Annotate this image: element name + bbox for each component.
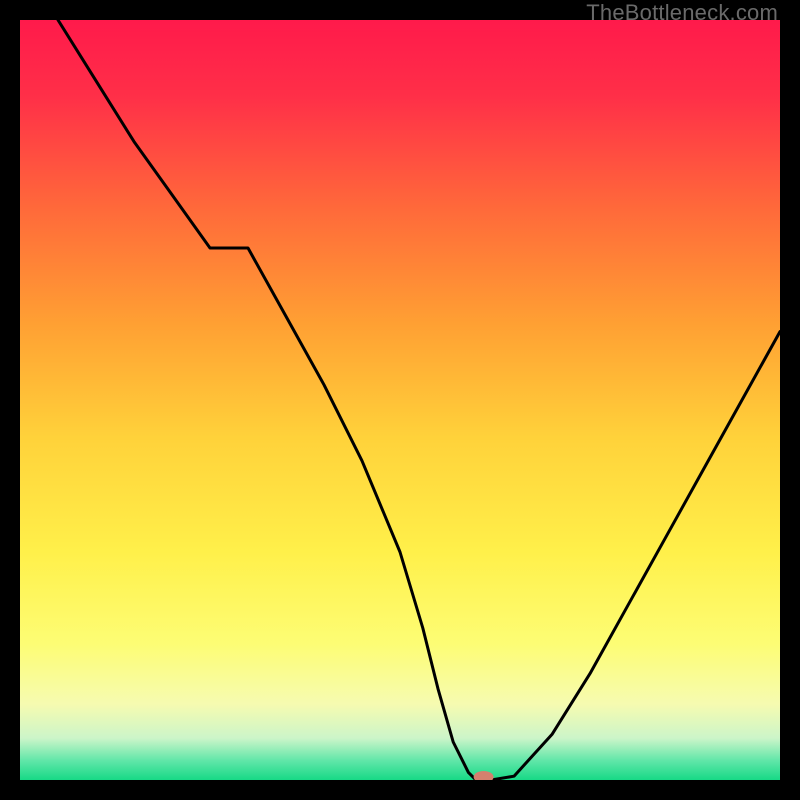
gradient-background: [20, 20, 780, 780]
bottleneck-chart: [20, 20, 780, 780]
watermark-label: TheBottleneck.com: [586, 0, 778, 26]
plot-area: [20, 20, 780, 780]
chart-frame: TheBottleneck.com: [0, 0, 800, 800]
